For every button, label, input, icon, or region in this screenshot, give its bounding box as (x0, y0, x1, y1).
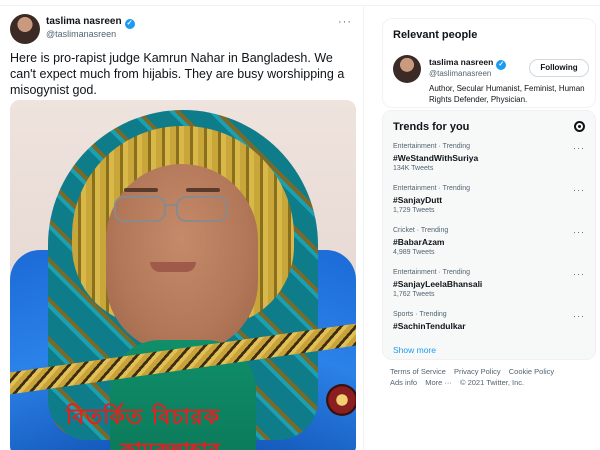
photo-caption-line1: বিতর্কিত বিচারক (66, 405, 221, 430)
photo-caption-line2: কামরুন্নাহার (120, 434, 220, 450)
trend-category: Entertainment · Trending (393, 269, 471, 276)
trend-item[interactable]: Entertainment · Trending #WeStandWithSur… (383, 143, 595, 183)
trend-category: Entertainment · Trending (393, 143, 471, 150)
relevant-person-bio: Author, Secular Humanist, Feminist, Huma… (429, 84, 585, 104)
trend-count: 1,762 Tweets (393, 291, 435, 298)
photo-brow-right (186, 188, 220, 192)
footer-link-cookie[interactable]: Cookie Policy (509, 367, 554, 376)
trend-count: 4,989 Tweets (393, 249, 435, 256)
right-sidebar: Relevant people taslima nasreen ✓ @taslim… (378, 6, 600, 450)
verified-badge-icon: ✓ (496, 60, 507, 70)
footer-link-more[interactable]: More ··· (425, 378, 452, 387)
verified-badge-icon: ✓ (124, 19, 135, 29)
trend-count: 134K Tweets (393, 165, 434, 172)
photo-glasses-left (114, 196, 166, 222)
footer-link-terms[interactable]: Terms of Service (390, 367, 446, 376)
relevant-person-avatar[interactable] (393, 55, 421, 83)
trend-count: 1,729 Tweets (393, 207, 435, 214)
relevant-people-card: Relevant people taslima nasreen ✓ @taslim… (382, 18, 596, 108)
trend-name[interactable]: #SanjayLeelaBhansali (393, 279, 482, 289)
footer-link-privacy[interactable]: Privacy Policy (454, 367, 501, 376)
trend-category: Sports · Trending (393, 311, 447, 318)
footer: Terms of Service Privacy Policy Cookie P… (390, 366, 590, 388)
trend-name[interactable]: #WeStandWithSuriya (393, 153, 478, 163)
show-more-link[interactable]: Show more (393, 345, 436, 355)
trend-category: Entertainment · Trending (393, 185, 471, 192)
tweet-text: Here is pro-rapist judge Kamrun Nahar in… (10, 51, 345, 97)
tweet[interactable]: taslima nasreen ✓ @taslimanasreen ··· Her… (2, 6, 364, 450)
photo-flower-icon (326, 384, 356, 416)
photo-glasses-bridge (166, 204, 176, 206)
trends-card: Trends for you Entertainment · Trending … (382, 110, 596, 360)
trend-item[interactable]: Entertainment · Trending #SanjayDutt 1,7… (383, 185, 595, 225)
more-horizontal-icon[interactable]: ··· (573, 143, 585, 153)
tweet-photo[interactable]: বিতর্কিত বিচারক কামরুন্নাহার (10, 100, 356, 450)
photo-glasses-right (176, 196, 228, 222)
settings-icon[interactable] (574, 121, 585, 132)
trend-item[interactable]: Entertainment · Trending #SanjayLeelaBha… (383, 269, 595, 309)
author-handle[interactable]: @taslimanasreen (46, 29, 116, 39)
relevant-person-name-text[interactable]: taslima nasreen (429, 57, 493, 67)
relevant-person-handle[interactable]: @taslimanasreen (429, 69, 491, 78)
relevant-people-title: Relevant people (393, 29, 478, 41)
more-horizontal-icon[interactable]: ··· (338, 16, 352, 28)
author-name[interactable]: taslima nasreen ✓ (46, 16, 135, 29)
tweet-header: taslima nasreen ✓ @taslimanasreen ··· (8, 12, 358, 44)
trend-item[interactable]: Cricket · Trending #BabarAzam 4,989 Twee… (383, 227, 595, 267)
more-horizontal-icon[interactable]: ··· (573, 269, 585, 279)
footer-copyright: © 2021 Twitter, Inc. (459, 378, 525, 387)
trend-name[interactable]: #SanjayDutt (393, 195, 442, 205)
trend-category: Cricket · Trending (393, 227, 449, 234)
more-horizontal-icon[interactable]: ··· (573, 311, 585, 321)
photo-face (106, 164, 258, 352)
footer-link-ads[interactable]: Ads info (390, 378, 417, 387)
photo-mouth (150, 262, 196, 272)
photo-brow-left (124, 188, 158, 192)
trend-name[interactable]: #BabarAzam (393, 237, 445, 247)
following-button[interactable]: Following (529, 59, 589, 77)
author-avatar[interactable] (10, 14, 40, 44)
author-name-text[interactable]: taslima nasreen (46, 16, 122, 27)
trends-title: Trends for you (393, 121, 470, 133)
trend-name[interactable]: #SachinTendulkar (393, 321, 466, 331)
more-horizontal-icon[interactable]: ··· (573, 227, 585, 237)
footer-line2: Ads info More ··· © 2021 Twitter, Inc. (390, 377, 584, 388)
more-horizontal-icon[interactable]: ··· (573, 185, 585, 195)
